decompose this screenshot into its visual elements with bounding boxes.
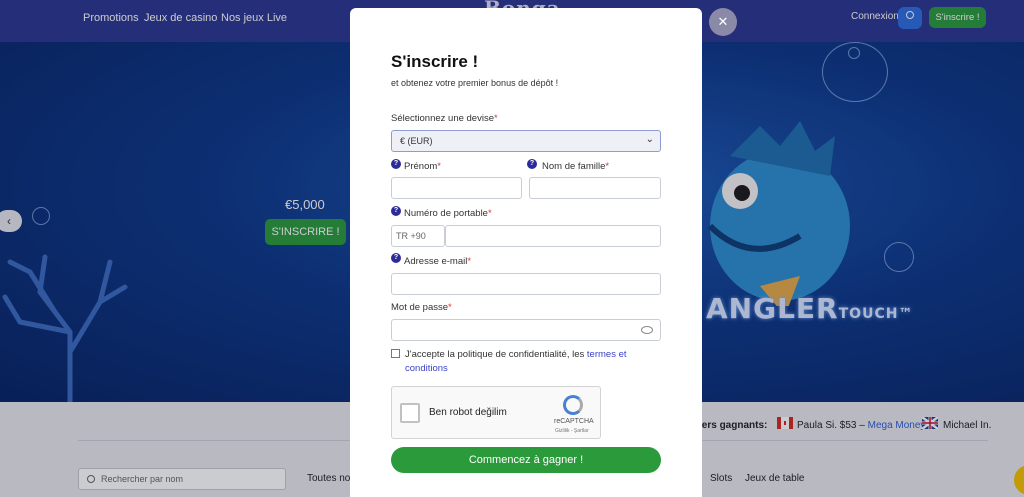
phone-label-text: Numéro de portable xyxy=(404,208,488,219)
info-icon[interactable]: ? xyxy=(391,159,401,169)
eye-icon[interactable] xyxy=(641,326,653,334)
currency-label: Sélectionnez une devise* xyxy=(391,113,498,124)
chevron-down-icon: ⌄ xyxy=(645,134,654,145)
currency-select[interactable]: € (EUR) ⌄ xyxy=(391,130,661,152)
last-name-field[interactable] xyxy=(529,177,661,199)
recaptcha-label: Ben robot değilim xyxy=(429,407,507,418)
consent-text: J'accepte la politique de confidentialit… xyxy=(405,348,645,376)
first-name-field[interactable] xyxy=(391,177,522,199)
currency-value: € (EUR) xyxy=(400,136,433,146)
email-field[interactable] xyxy=(391,273,661,295)
required-mark: * xyxy=(494,113,498,124)
required-mark: * xyxy=(467,256,472,267)
email-label-text: Adresse e-mail xyxy=(404,256,468,267)
recaptcha-widget: Ben robot değilim reCAPTCHA Gizlilik - Ş… xyxy=(391,386,601,439)
consent-label: J'accepte la politique de confidentialit… xyxy=(405,349,587,360)
password-label-text: Mot de passe xyxy=(391,302,449,313)
close-icon[interactable]: ✕ xyxy=(709,8,737,36)
info-icon[interactable]: ? xyxy=(391,206,401,216)
info-icon[interactable]: ? xyxy=(527,159,537,169)
first-name-label: Prénom* xyxy=(404,161,441,172)
required-mark: * xyxy=(448,302,452,313)
email-label: Adresse e-mail* xyxy=(404,256,471,267)
modal-title: S'inscrire ! xyxy=(391,52,479,71)
recaptcha-terms-link[interactable]: Gizlilik - Şartlar xyxy=(555,428,589,434)
phone-prefix: TR +90 xyxy=(396,231,426,241)
required-mark: * xyxy=(605,161,610,172)
last-name-label: Nom de famille* xyxy=(542,161,609,172)
modal-subtitle: et obtenez votre premier bonus de dépôt … xyxy=(391,78,559,88)
recaptcha-checkbox[interactable] xyxy=(400,403,420,423)
info-icon[interactable]: ? xyxy=(391,253,401,263)
submit-button[interactable]: Commencez à gagner ! xyxy=(391,447,661,473)
recaptcha-brand: reCAPTCHA xyxy=(554,418,594,425)
required-mark: * xyxy=(437,161,441,172)
phone-country-select[interactable]: TR +90 xyxy=(391,225,445,247)
phone-label: Numéro de portable* xyxy=(404,208,492,219)
required-mark: * xyxy=(487,208,492,219)
recaptcha-logo-icon xyxy=(563,395,583,415)
signup-modal: S'inscrire ! et obtenez votre premier bo… xyxy=(350,8,702,497)
phone-field[interactable] xyxy=(445,225,661,247)
password-label: Mot de passe* xyxy=(391,302,452,313)
currency-label-text: Sélectionnez une devise xyxy=(391,113,494,124)
password-field[interactable] xyxy=(391,319,661,341)
first-name-label-text: Prénom xyxy=(404,161,438,172)
consent-checkbox[interactable] xyxy=(391,349,400,358)
last-name-label-text: Nom de famille xyxy=(542,161,606,172)
